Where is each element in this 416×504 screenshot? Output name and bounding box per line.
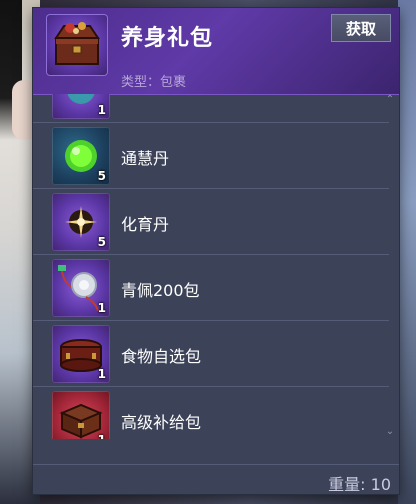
food-box-icon: 1 [52,325,110,383]
green-pill-icon: 5 [52,127,110,185]
list-item[interactable]: 1 食物自选包 [33,320,389,385]
item-quantity: 1 [97,367,106,381]
item-name: 青佩200包 [121,281,200,300]
jade-pendant-icon: 1 [52,259,110,317]
item-quantity: 1 [98,433,106,439]
list-item[interactable]: 1 青佩200包 [33,254,389,319]
panel-footer: 重量: 10 [33,464,399,495]
item-type-label: 类型：包裹 [121,75,187,90]
teal-orb-icon: 1 [52,94,110,119]
item-name: 高级补给包 [121,413,202,432]
item-quantity: 5 [97,235,106,249]
supply-chest-icon: 1 [52,391,110,439]
panel-header: 养身礼包 获取 类型：包裹 [33,8,399,95]
gift-chest-icon [46,14,108,76]
list-item[interactable]: 1 高级补给包 [33,386,389,439]
scroll-down-icon[interactable]: ⌄ [385,426,395,437]
list-item[interactable]: 5 通慧丹 [33,122,389,187]
item-quantity: 5 [97,169,106,183]
list-item[interactable]: 1 [33,94,389,121]
item-name: 化育丹 [121,215,170,234]
item-tooltip-panel: 养身礼包 获取 类型：包裹 1 5 通慧丹 5 化育丹 1 青佩200包 1 食… [33,8,399,494]
star-pill-icon: 5 [52,193,110,251]
list-item[interactable]: 5 化育丹 [33,188,389,253]
item-name: 通慧丹 [121,149,170,168]
item-list[interactable]: 1 5 通慧丹 5 化育丹 1 青佩200包 1 食物自选包 高级补给包 [33,94,389,439]
get-button[interactable]: 获取 [331,14,391,42]
weight-label: 重量: 10 [328,475,391,494]
item-title: 养身礼包 [121,26,214,51]
item-name: 食物自选包 [121,347,202,366]
background-right-edge [398,0,416,504]
item-quantity: 1 [97,301,106,315]
item-quantity: 1 [97,103,106,117]
scroll-up-icon[interactable]: ⌃ [385,94,395,105]
